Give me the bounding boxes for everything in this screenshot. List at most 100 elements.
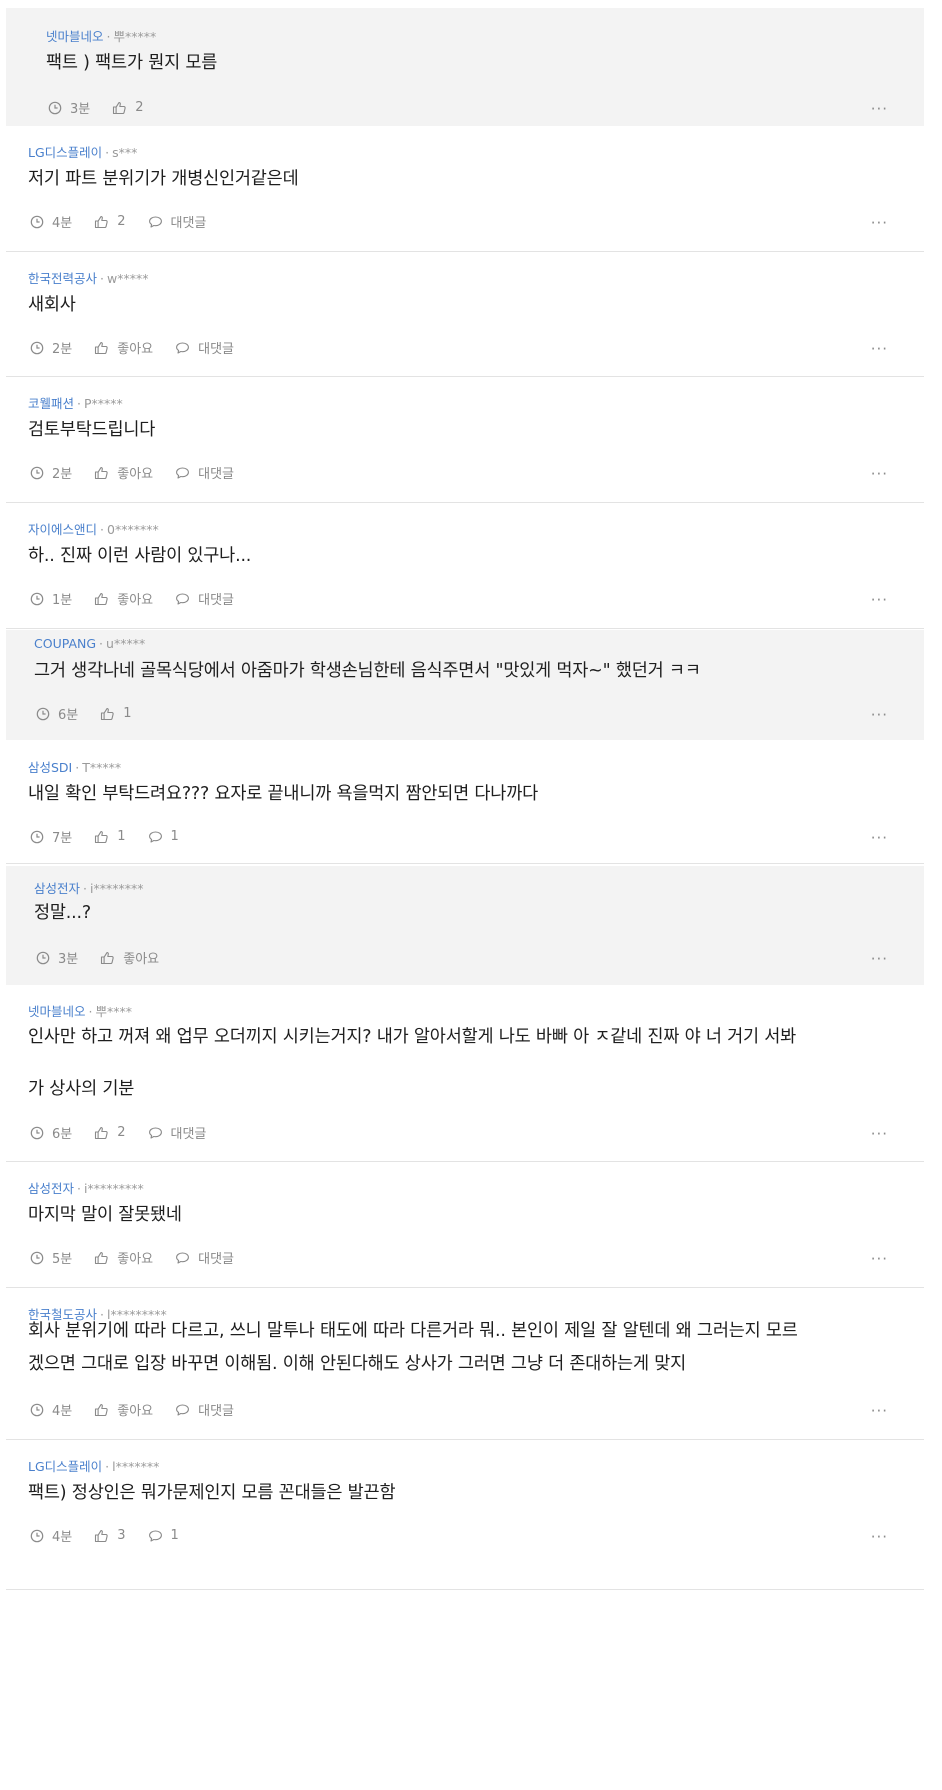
time-ago: 4분 <box>52 1530 73 1545</box>
thumbs-up-icon <box>94 215 113 229</box>
comment-body: 검토부탁드립니다 <box>28 420 156 440</box>
time-ago: 5분 <box>52 1252 73 1267</box>
separator-dot: · <box>105 1459 110 1474</box>
reply-label: 대댓글 <box>198 1404 235 1419</box>
author-name: w***** <box>107 271 149 286</box>
reply-button[interactable]: 대댓글 <box>175 463 234 482</box>
clock-icon <box>30 830 48 844</box>
comment-body-line: 겠으면 그대로 입장 바꾸면 이해됨. 이해 안된다해도 상사가 그러면 그냥 … <box>28 1354 687 1374</box>
comment: LG디스플레이 · l******* 팩트) 정상인은 뭐가문제인지 모름 꼰대들은 … <box>6 1440 924 1590</box>
ellipsis-icon[interactable]: ··· <box>871 591 888 609</box>
company-name[interactable]: LG디스플레이 <box>28 1459 102 1474</box>
separator-dot: · <box>83 881 87 896</box>
company-name[interactable]: 한국전력공사 <box>28 271 97 286</box>
ellipsis-icon[interactable]: ··· <box>871 465 888 483</box>
reply-label: 대댓글 <box>198 342 235 357</box>
thumbs-up-icon <box>100 951 119 965</box>
ellipsis-icon[interactable]: ··· <box>871 1250 888 1268</box>
comment-actions: 7분 1 1 <box>30 827 201 846</box>
comment-meta: 삼성전자 · i******** <box>34 878 143 897</box>
like-count: 1 <box>123 706 132 721</box>
reply-label: 대댓글 <box>198 593 235 608</box>
reply-button[interactable]: 대댓글 <box>175 338 234 357</box>
reply-label: 대댓글 <box>170 216 207 231</box>
timestamp: 2분 <box>30 463 72 482</box>
comment-meta: 한국전력공사 · w***** <box>28 268 148 287</box>
ellipsis-icon[interactable]: ··· <box>871 214 888 232</box>
reply-button[interactable]: 대댓글 <box>175 1248 234 1267</box>
like-button[interactable]: 좋아요 <box>100 948 159 967</box>
ellipsis-icon[interactable]: ··· <box>871 340 888 358</box>
thumbs-up-icon <box>94 1251 113 1265</box>
time-ago: 7분 <box>52 831 73 846</box>
reply-button[interactable]: 1 <box>148 829 179 844</box>
ellipsis-icon[interactable]: ··· <box>871 1402 888 1420</box>
timestamp: 6분 <box>36 704 78 723</box>
like-button[interactable]: 좋아요 <box>94 463 153 482</box>
timestamp: 6분 <box>30 1123 72 1142</box>
like-button[interactable]: 1 <box>94 829 126 844</box>
comment-meta: 자이에스앤디 · 0******* <box>28 519 159 538</box>
reply-label: 대댓글 <box>198 467 235 482</box>
ellipsis-icon[interactable]: ··· <box>871 1528 888 1546</box>
company-name[interactable]: 코웰패션 <box>28 396 74 411</box>
comment-body: 회사 분위기에 따라 다르고, 쓰니 말투나 태도에 따라 다른거라 뭐.. 본… <box>28 1315 798 1381</box>
like-count: 2 <box>117 1125 126 1140</box>
comment-meta: 넷마블네오 · 뿌***** <box>46 26 156 45</box>
reply-button[interactable]: 1 <box>148 1528 179 1543</box>
comment-meta: LG디스플레이 · s*** <box>28 142 137 161</box>
thumbs-up-icon <box>94 830 113 844</box>
like-button[interactable]: 2 <box>112 100 144 115</box>
separator-dot: · <box>75 760 80 775</box>
reply-button[interactable]: 대댓글 <box>175 589 234 608</box>
time-ago: 3분 <box>70 102 91 117</box>
comment-actions: 1분 좋아요 대댓글 <box>30 589 256 608</box>
ellipsis-icon[interactable]: ··· <box>871 829 888 847</box>
like-button[interactable]: 2 <box>94 1125 126 1140</box>
company-name[interactable]: COUPANG <box>34 636 96 651</box>
comment-actions: 2분 좋아요 대댓글 <box>30 338 256 357</box>
like-button[interactable]: 좋아요 <box>94 338 153 357</box>
comment-body: 새회사 <box>28 295 76 315</box>
company-name[interactable]: 자이에스앤디 <box>28 522 97 537</box>
company-name[interactable]: 삼성전자 <box>28 1181 74 1196</box>
like-button[interactable]: 2 <box>94 214 126 229</box>
reply-button[interactable]: 대댓글 <box>148 1123 206 1142</box>
comment: 넷마블네오 · 뿌**** 인사만 하고 꺼져 왜 업무 오더끼지 시키는거지? 내가… <box>6 985 924 1162</box>
like-count: 좋아요 <box>117 593 154 608</box>
comment-meta: 코웰패션 · P***** <box>28 393 123 412</box>
company-name[interactable]: 삼성전자 <box>34 881 80 896</box>
company-name[interactable]: 삼성SDI <box>28 760 72 775</box>
company-name[interactable]: LG디스플레이 <box>28 145 102 160</box>
speech-bubble-icon <box>175 592 194 606</box>
time-ago: 4분 <box>52 1404 73 1419</box>
separator-dot: · <box>100 522 104 537</box>
comment-actions: 4분 3 1 <box>30 1526 201 1545</box>
like-button[interactable]: 좋아요 <box>94 1400 153 1419</box>
clock-icon <box>30 341 48 355</box>
time-ago: 4분 <box>52 216 73 231</box>
like-button[interactable]: 좋아요 <box>94 589 153 608</box>
timestamp: 3분 <box>36 948 78 967</box>
like-button[interactable]: 3 <box>94 1528 126 1543</box>
speech-bubble-icon <box>148 1126 167 1140</box>
timestamp: 4분 <box>30 1400 72 1419</box>
ellipsis-icon[interactable]: ··· <box>871 950 888 968</box>
like-button[interactable]: 1 <box>100 706 132 721</box>
ellipsis-icon[interactable]: ··· <box>871 706 888 724</box>
comment-body: 저기 파트 분위기가 개병신인거같은데 <box>28 169 299 189</box>
author-name: i******** <box>90 881 144 896</box>
comment-actions: 4분 좋아요 대댓글 <box>30 1400 256 1419</box>
comment-actions: 2분 좋아요 대댓글 <box>30 463 256 482</box>
company-name[interactable]: 넷마블네오 <box>46 29 104 44</box>
comment: 코웰패션 · P***** 검토부탁드립니다 2분 좋아요 대댓글 ··· <box>6 377 924 503</box>
reply-comment: 넷마블네오 · 뿌***** 팩트 ) 팩트가 뭔지 모름 3분 2 ··· <box>6 8 924 126</box>
clock-icon <box>30 1251 48 1265</box>
timestamp: 4분 <box>30 212 72 231</box>
like-button[interactable]: 좋아요 <box>94 1248 153 1267</box>
ellipsis-icon[interactable]: ··· <box>871 100 888 118</box>
ellipsis-icon[interactable]: ··· <box>871 1125 888 1143</box>
like-count: 3 <box>117 1528 126 1543</box>
reply-button[interactable]: 대댓글 <box>175 1400 234 1419</box>
reply-button[interactable]: 대댓글 <box>148 212 207 231</box>
